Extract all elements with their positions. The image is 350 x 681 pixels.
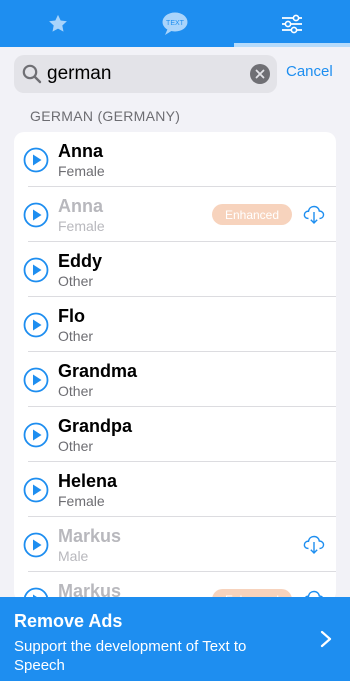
banner-subtitle: Support the development of Text to Speec… [14,638,247,674]
search-field[interactable] [14,55,277,93]
voice-gender: Other [58,438,94,454]
voice-row[interactable]: Anna Female [14,132,336,187]
voice-gender: Female [58,218,105,234]
voice-gender: Female [58,163,105,179]
voice-row[interactable]: Eddy Other [14,242,336,297]
voice-row[interactable]: Grandpa Other [14,407,336,462]
top-tab-bar: TEXT [0,0,350,47]
banner-title: Remove Ads [14,611,123,631]
voice-name: Grandma [58,361,138,381]
tab-voices-settings[interactable] [234,0,350,47]
voice-list: Anna Female Anna Female Enhanced Eddy Ot… [14,132,336,602]
voice-name: Markus [58,526,122,546]
voice-gender: Other [58,328,94,344]
voice-name: Anna [58,196,103,216]
play-icon[interactable] [23,257,49,283]
voice-row[interactable]: Anna Female Enhanced [14,187,336,242]
play-icon[interactable] [23,367,49,393]
remove-ads-banner[interactable]: Remove Ads Support the development of Te… [0,597,350,681]
voice-gender: Female [58,493,105,509]
play-icon[interactable] [23,477,49,503]
voice-row[interactable]: Flo Other [14,297,336,352]
play-icon[interactable] [23,422,49,448]
search-icon [22,64,42,84]
play-icon[interactable] [23,312,49,338]
svg-text:TEXT: TEXT [166,20,185,27]
voice-gender: Other [58,383,94,399]
play-icon[interactable] [23,202,49,228]
star-icon [49,14,67,32]
voice-name: Eddy [58,251,103,271]
voice-name: Grandpa [58,416,133,436]
search-bar: Cancel [0,47,350,101]
speech-bubble-text-icon: TEXT [162,12,188,35]
cancel-button[interactable]: Cancel [286,63,333,80]
clear-search-button[interactable] [250,64,270,84]
enhanced-badge: Enhanced [212,204,292,225]
voice-row[interactable]: Helena Female [14,462,336,517]
voice-name: Helena [58,471,118,491]
voice-row[interactable]: Markus Male [14,517,336,572]
chevron-right-icon [320,630,332,648]
voice-row[interactable]: Grandma Other [14,352,336,407]
play-icon[interactable] [23,532,49,558]
close-icon [255,69,265,79]
section-title: GERMAN (GERMANY) [30,108,181,124]
tab-favorites[interactable] [0,0,116,47]
cloud-download-icon[interactable] [302,532,326,556]
play-icon[interactable] [23,147,49,173]
sliders-icon [282,14,302,33]
cloud-download-icon[interactable] [302,202,326,226]
search-input[interactable] [47,55,247,93]
voice-name: Flo [58,306,85,326]
voice-gender: Male [58,548,89,564]
voice-name: Anna [58,141,103,161]
tab-text[interactable]: TEXT [117,0,233,47]
voice-gender: Other [58,273,94,289]
